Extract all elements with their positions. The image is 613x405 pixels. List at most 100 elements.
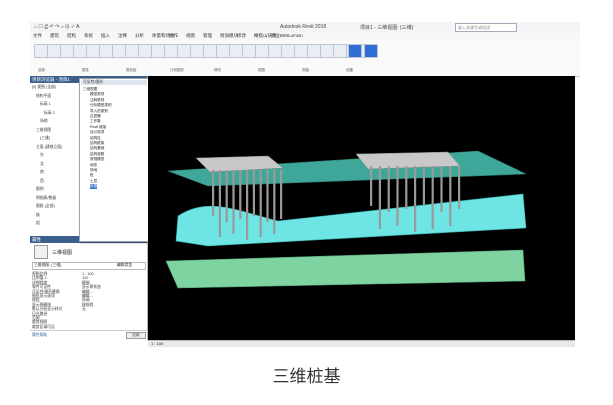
dialog-category-item[interactable]: 地形 — [90, 163, 97, 168]
project-browser-item[interactable]: 场地 — [40, 119, 48, 124]
search-box[interactable]: 键入关键字或短语 — [455, 23, 517, 32]
project-browser-item[interactable]: {三维} — [40, 136, 50, 141]
instance-selector[interactable]: 三维视图: {三维} 编辑类型 — [32, 262, 146, 270]
ribbon-tab[interactable]: Lumion — [288, 33, 303, 38]
ribbon: 选择 属性 剪贴板 几何图形 修改 视图 测量 创建 — [30, 40, 580, 77]
type-name: 三维视图 — [52, 250, 73, 256]
project-browser-item[interactable]: 图纸 (全部) — [36, 204, 55, 209]
ribbon-tab[interactable]: 系统 — [84, 33, 93, 39]
dialog-category-item[interactable]: 工作集 — [90, 119, 101, 124]
properties-footer: 属性帮助 应用 — [30, 330, 147, 339]
ribbon-tool-icon[interactable] — [242, 44, 256, 58]
properties-help-link[interactable]: 属性帮助 — [32, 333, 47, 338]
ribbon-tool-icon[interactable] — [34, 44, 48, 58]
dialog-category-item[interactable]: 结构基础 — [90, 146, 104, 151]
ribbon-tool-icon[interactable] — [268, 44, 282, 58]
ribbon-tool-icon[interactable] — [164, 44, 178, 58]
project-browser-item[interactable]: [0] 视图 (全部) — [32, 85, 56, 90]
apply-button[interactable]: 应用 — [126, 332, 146, 339]
dialog-category-item[interactable]: 常规模型 — [90, 157, 104, 162]
ribbon-tool-icon[interactable] — [216, 44, 230, 58]
dialog-title: 可见性/图形 — [81, 80, 147, 85]
dialog-category-item[interactable]: 桩 — [90, 173, 94, 178]
pile — [218, 170, 221, 237]
project-browser-item[interactable]: 族 — [36, 213, 40, 218]
ribbon-tool-icon[interactable] — [125, 44, 139, 58]
ribbon-tool-icon[interactable] — [177, 44, 191, 58]
project-browser-item[interactable]: 北 — [40, 162, 44, 167]
ribbon-tool-icon[interactable] — [86, 44, 100, 58]
ribbon-tool-icon[interactable] — [229, 44, 243, 58]
dialog-category-item[interactable]: 导入的类别 — [90, 109, 108, 114]
dialog-category-item[interactable]: 桩基 — [90, 184, 98, 190]
ribbon-tab[interactable]: 分析 — [135, 33, 144, 39]
ribbon-tool-icon[interactable] — [255, 44, 269, 58]
project-browser-item[interactable]: 标高 1 — [40, 102, 51, 107]
ribbon-tab[interactable]: 建筑 — [50, 33, 59, 39]
project-browser-item[interactable]: 西 — [40, 179, 44, 184]
ribbon-tool-icon[interactable] — [73, 44, 87, 58]
ribbon-panel-label: 修改 — [214, 68, 221, 72]
dialog-category-item[interactable]: 设计选项 — [90, 130, 104, 135]
ribbon-tool-icon[interactable] — [151, 44, 165, 58]
pile — [246, 170, 249, 240]
ribbon-panel-label: 几何图形 — [170, 68, 184, 72]
project-browser-item[interactable]: 明细表/数量 — [36, 196, 56, 201]
property-value[interactable]: 100 — [82, 276, 88, 280]
dialog-category-item[interactable]: 结构柱 — [90, 136, 101, 141]
ribbon-panel-label: 测量 — [302, 68, 309, 72]
pile — [440, 166, 443, 212]
ribbon-tool-icon[interactable] — [60, 44, 74, 58]
ribbon-tool-icon[interactable] — [138, 44, 152, 58]
ribbon-tab[interactable]: 修改 — [237, 33, 246, 39]
modify-tool-icon[interactable] — [364, 44, 378, 58]
ribbon-tab[interactable]: 鸿业BIM — [271, 33, 288, 39]
view-type-icon — [34, 245, 48, 259]
ribbon-tab[interactable]: 协作 — [169, 33, 178, 39]
project-browser-item[interactable]: 组 — [36, 221, 40, 226]
ribbon-tool-icon[interactable] — [320, 44, 334, 58]
modify-tool-icon[interactable] — [348, 44, 362, 58]
ribbon-tab[interactable]: 注释 — [118, 33, 127, 39]
ribbon-tool-icon[interactable] — [112, 44, 126, 58]
property-value[interactable]: 1 : 100 — [82, 272, 94, 276]
ribbon-tab[interactable]: 结构 — [67, 33, 76, 39]
ribbon-tab[interactable]: 视图 — [186, 33, 195, 39]
project-browser-item[interactable]: 东 — [40, 153, 44, 158]
ribbon-tool-icon[interactable] — [333, 44, 347, 58]
project-browser-item[interactable]: 三维视图 — [36, 128, 51, 133]
quick-access-toolbar[interactable]: ⌂ ☐ ⎙ ↶ ↷ ⌂ ⊡ ✓ A — [34, 24, 79, 30]
3d-viewport[interactable] — [148, 76, 575, 340]
project-browser-item[interactable]: 图例 — [36, 187, 44, 192]
dialog-category-item[interactable]: 分析模型类别 — [90, 103, 112, 108]
pile — [370, 166, 373, 206]
ribbon-tool-icon[interactable] — [99, 44, 113, 58]
ribbon-panel-label: 视图 — [258, 68, 265, 72]
ribbon-tool-icon[interactable] — [281, 44, 295, 58]
pile — [396, 166, 399, 226]
project-browser-item[interactable]: 立面 (建筑立面) — [36, 145, 62, 150]
project-browser-item[interactable]: 南 — [40, 170, 44, 175]
property-value[interactable]: 无 — [82, 307, 86, 312]
project-browser-item[interactable]: 结构平面 — [36, 94, 51, 99]
edit-type-button[interactable]: 编辑类型 — [117, 263, 132, 268]
ribbon-tab[interactable]: 文件 — [33, 33, 42, 39]
project-browser-item[interactable]: 标高 2 — [44, 111, 55, 116]
ribbon-tab[interactable]: 管理 — [203, 33, 212, 39]
pile — [431, 166, 434, 229]
pile — [273, 170, 276, 234]
pile — [414, 166, 417, 232]
ribbon-tab[interactable]: 附加模块 — [220, 33, 238, 39]
dialog-category-item[interactable]: 模型类别 — [90, 92, 104, 97]
pile — [458, 166, 461, 209]
ribbon-tool-icon[interactable] — [203, 44, 217, 58]
ribbon-tool-icon[interactable] — [47, 44, 61, 58]
ribbon-tool-icon[interactable] — [190, 44, 204, 58]
ribbon-tab[interactable]: 插入 — [101, 33, 110, 39]
ribbon-tool-icon[interactable] — [307, 44, 321, 58]
middle-soil-layer — [175, 193, 527, 247]
view-scale[interactable]: 1 : 100 — [151, 341, 163, 346]
ribbon-tool-icon[interactable] — [294, 44, 308, 58]
ribbon-panel-label: 选择 — [38, 68, 45, 72]
visibility-dialog: 可见性/图形 三维视图 模型类别 注释类别 分析模型类别 导入的类别 过滤器 工作集 Revi… — [79, 78, 149, 242]
